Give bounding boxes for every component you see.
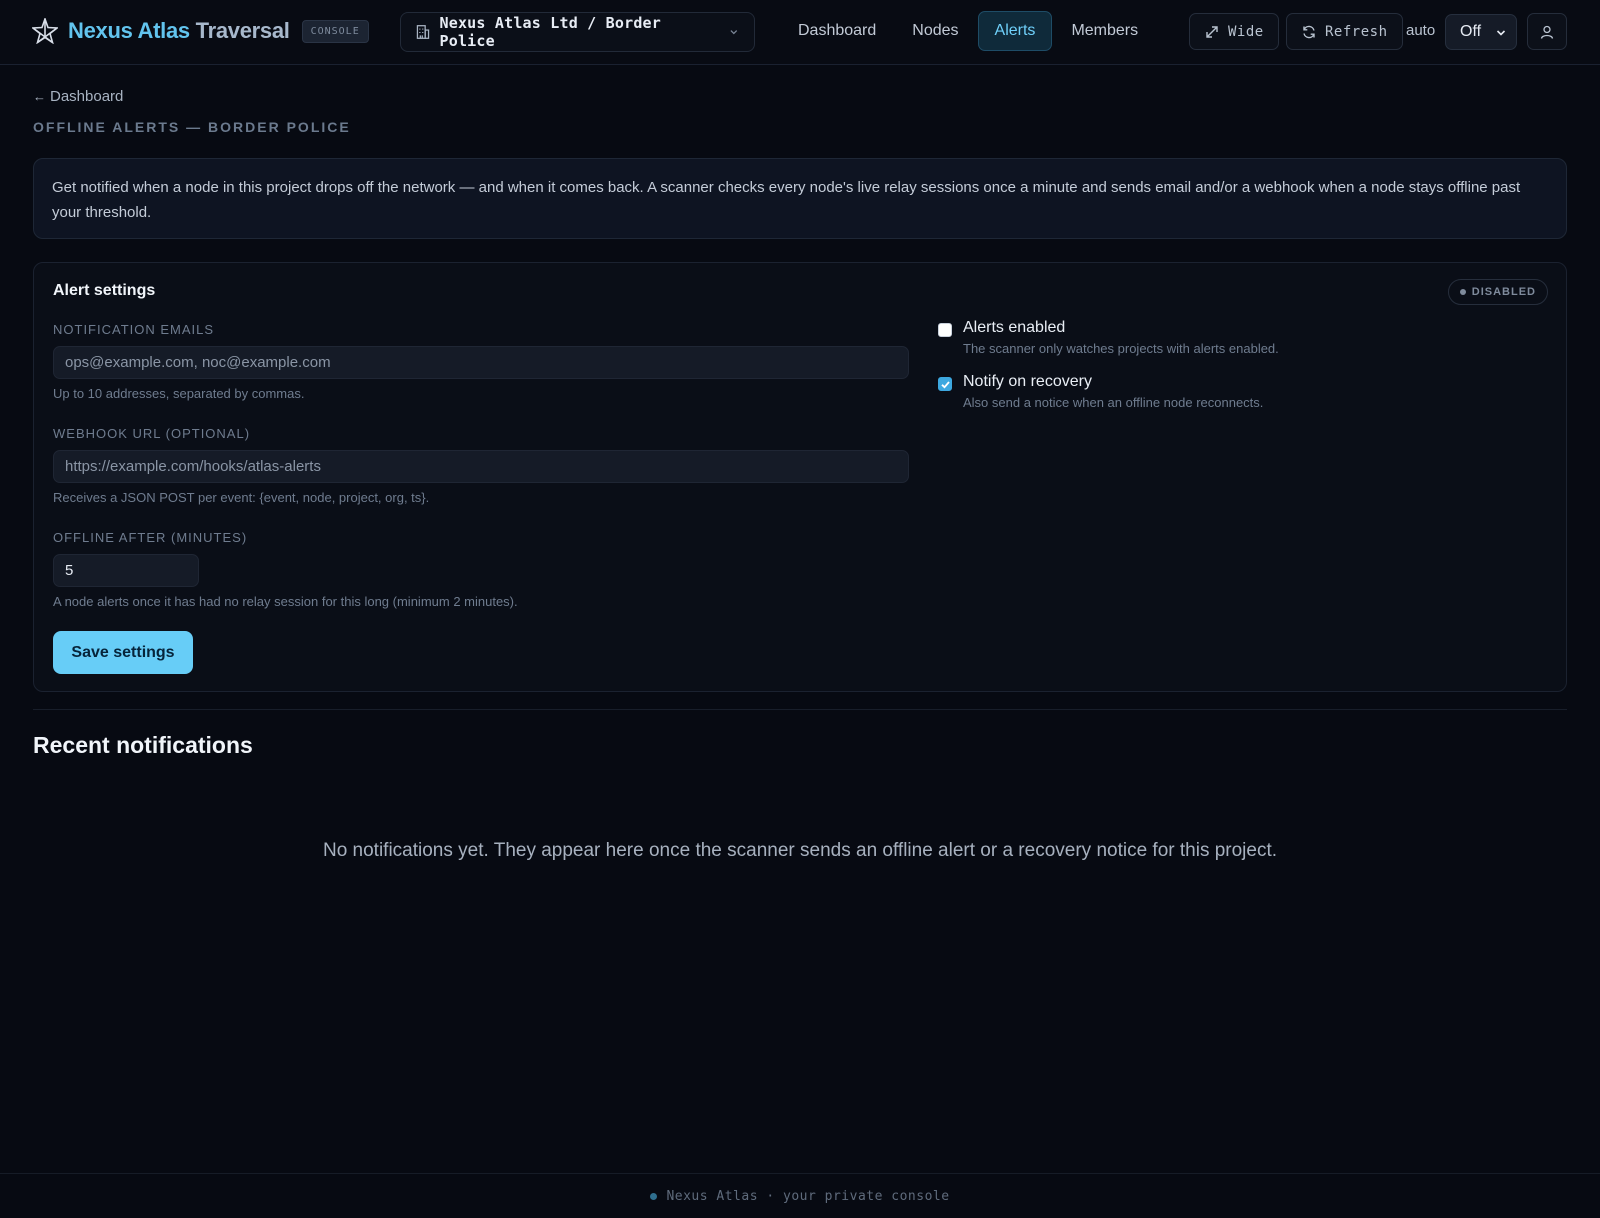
wide-label: Wide — [1228, 23, 1264, 40]
notify-recovery-checkbox[interactable] — [938, 377, 952, 391]
nav-nodes[interactable]: Nodes — [895, 11, 975, 51]
status-dot-icon — [1459, 289, 1466, 295]
auto-refresh-label: auto — [1406, 22, 1436, 39]
offline-after-hint: A node alerts once it has had no relay s… — [53, 594, 518, 609]
footer-text: Nexus Atlas · your private console — [666, 1188, 950, 1204]
console-badge: CONSOLE — [301, 19, 369, 43]
info-banner: Get notified when a node in this project… — [33, 158, 1567, 239]
arrow-left-icon: ← — [33, 89, 46, 104]
refresh-label: Refresh — [1325, 23, 1388, 40]
emails-hint: Up to 10 addresses, separated by commas. — [53, 386, 305, 401]
notify-recovery-title: Notify on recovery — [963, 373, 1092, 390]
card-title: Alert settings — [53, 282, 156, 299]
emails-input[interactable] — [53, 346, 909, 379]
webhook-hint: Receives a JSON POST per event: {event, … — [53, 490, 430, 505]
status-badge: DISABLED — [1447, 279, 1548, 305]
breadcrumb-back-link[interactable]: ← Dashboard — [33, 88, 123, 105]
top-bar: Nexus Atlas Traversal CONSOLE Nexus Atla… — [0, 0, 1600, 65]
save-settings-button[interactable]: Save settings — [53, 631, 193, 674]
status-dot-icon — [650, 1192, 658, 1200]
offline-after-input[interactable] — [53, 554, 199, 587]
user-menu-button[interactable] — [1527, 13, 1567, 50]
nav-alerts[interactable]: Alerts — [977, 11, 1053, 51]
alerts-enabled-desc: The scanner only watches projects with a… — [963, 341, 1279, 356]
auto-refresh-select[interactable]: Off — [1445, 14, 1517, 50]
nav-dashboard[interactable]: Dashboard — [781, 11, 893, 51]
status-text: DISABLED — [1471, 286, 1536, 298]
building-icon — [416, 25, 430, 39]
wide-button[interactable]: Wide — [1189, 13, 1279, 50]
expand-icon — [1206, 25, 1218, 38]
brand-name-secondary: Traversal — [195, 18, 290, 43]
notify-recovery-desc: Also send a notice when an offline node … — [963, 395, 1264, 410]
main-nav: Dashboard Nodes Alerts Members — [781, 11, 1157, 51]
org-project-label: Nexus Atlas Ltd / Border Police — [439, 14, 662, 50]
alert-settings-card: Alert settings DISABLED NOTIFICATION EMA… — [33, 262, 1567, 692]
chevron-down-icon — [730, 30, 738, 35]
notifications-empty-state: No notifications yet. They appear here o… — [322, 840, 1278, 861]
offline-after-label: OFFLINE AFTER (MINUTES) — [53, 530, 248, 545]
refresh-button[interactable]: Refresh — [1286, 13, 1403, 50]
alerts-enabled-title: Alerts enabled — [963, 319, 1066, 336]
section-divider — [33, 709, 1567, 710]
chevron-down-icon — [1496, 30, 1506, 36]
webhook-input[interactable] — [53, 450, 909, 483]
checkmark-icon — [941, 381, 950, 389]
org-project-picker[interactable]: Nexus Atlas Ltd / Border Police — [400, 12, 755, 52]
footer: Nexus Atlas · your private console — [0, 1173, 1600, 1218]
user-icon — [1540, 25, 1554, 39]
nav-members[interactable]: Members — [1054, 11, 1155, 51]
recent-notifications-title: Recent notifications — [33, 732, 253, 758]
breadcrumb-label: Dashboard — [50, 88, 124, 105]
alerts-enabled-option[interactable]: Alerts enabled The scanner only watches … — [938, 319, 1279, 356]
notify-recovery-option[interactable]: Notify on recovery Also send a notice wh… — [938, 373, 1263, 410]
refresh-icon — [1303, 25, 1315, 38]
brand[interactable]: Nexus Atlas Traversal CONSOLE — [32, 15, 369, 47]
brand-name-primary: Nexus Atlas — [68, 18, 190, 43]
auto-refresh-value: Off — [1460, 23, 1482, 40]
page-title: OFFLINE ALERTS — BORDER POLICE — [33, 119, 351, 135]
webhook-label: WEBHOOK URL (OPTIONAL) — [53, 426, 251, 441]
alerts-enabled-checkbox[interactable] — [938, 323, 952, 337]
brand-name: Nexus Atlas Traversal — [68, 18, 290, 44]
star-logo-icon — [32, 18, 58, 44]
emails-label: NOTIFICATION EMAILS — [53, 322, 215, 337]
